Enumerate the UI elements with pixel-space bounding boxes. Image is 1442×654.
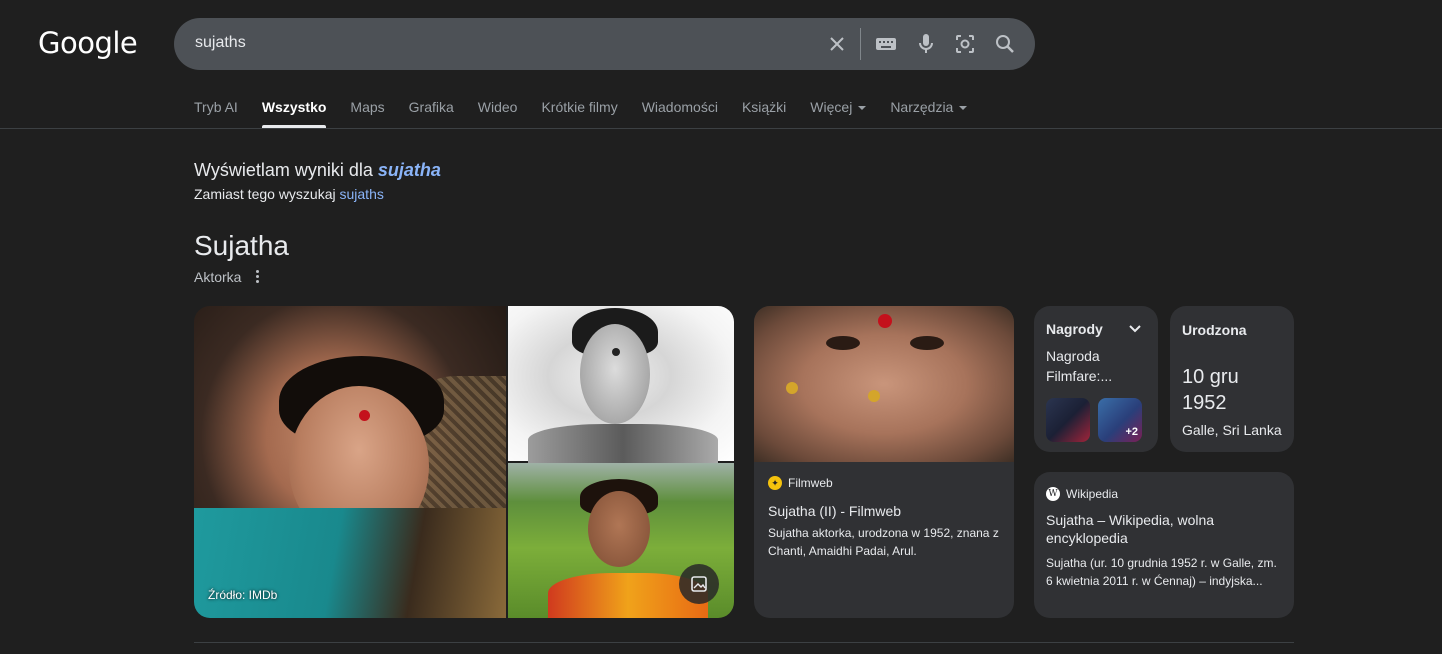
entity-main-image[interactable] [194, 306, 506, 618]
awards-card[interactable]: Nagrody Nagroda Filmfare:... +2 [1034, 306, 1158, 452]
search-icon[interactable] [993, 32, 1017, 56]
award-thumbnail[interactable] [1046, 398, 1090, 442]
filmweb-favicon-icon: ✦ [768, 476, 782, 490]
microphone-icon[interactable] [914, 32, 938, 56]
tab-images[interactable]: Grafika [409, 99, 454, 129]
chevron-down-icon[interactable] [1128, 322, 1142, 336]
caret-down-icon [858, 106, 867, 110]
tab-maps[interactable]: Maps [350, 99, 384, 129]
filmweb-description: Sujatha aktorka, urodzona w 1952, znana … [768, 526, 999, 558]
search-divider [860, 28, 861, 60]
entity-subtitle: Aktorka [194, 269, 242, 285]
tab-short-videos[interactable]: Krótkie filmy [541, 99, 617, 129]
caret-down-icon [959, 106, 968, 110]
search-input[interactable]: sujaths [195, 34, 246, 52]
wikipedia-card[interactable]: W Wikipedia Sujatha – Wikipedia, wolna e… [1034, 472, 1294, 618]
entity-title: Sujatha [194, 230, 289, 261]
more-options-icon[interactable] [252, 266, 262, 286]
corrected-query-link[interactable]: sujatha [378, 160, 441, 180]
original-query-link[interactable]: sujaths [340, 186, 384, 202]
awards-text: Nagroda Filmfare:... [1046, 348, 1113, 384]
keyboard-icon[interactable] [874, 32, 898, 56]
image-collage[interactable]: Źródło: IMDb [194, 306, 734, 618]
tab-all[interactable]: Wszystko [261, 99, 326, 129]
more-awards-count: +2 [1125, 426, 1138, 438]
wikipedia-description: Sujatha (ur. 10 grudnia 1952 r. w Galle,… [1046, 556, 1277, 588]
tab-books[interactable]: Książki [742, 99, 786, 129]
born-date: 10 gru 1952 [1182, 366, 1239, 414]
tab-news[interactable]: Wiadomości [642, 99, 718, 129]
clear-icon[interactable] [825, 32, 849, 56]
born-heading: Urodzona [1182, 322, 1247, 338]
tab-tools[interactable]: Narzędzia [890, 99, 968, 129]
header-divider [0, 128, 1442, 129]
google-logo[interactable]: Google [38, 26, 138, 60]
camera-lens-icon[interactable] [953, 32, 977, 56]
tab-more[interactable]: Więcej [810, 99, 867, 129]
image-source-label: Źródło: IMDb [208, 588, 278, 602]
wikipedia-favicon-icon: W [1046, 487, 1060, 501]
image-icon [691, 576, 707, 592]
born-place: Galle, Sri Lanka [1182, 422, 1282, 438]
search-box[interactable]: sujaths [174, 18, 1035, 70]
wikipedia-title[interactable]: Sujatha – Wikipedia, wolna encyklopedia [1046, 511, 1282, 547]
section-divider [194, 642, 1294, 643]
filmweb-title[interactable]: Sujatha (II) - Filmweb [768, 502, 1000, 520]
search-tabs: Tryb AI Wszystko Maps Grafika Wideo Krót… [194, 99, 991, 129]
search-instead-for: Zamiast tego wyszukaj sujaths [194, 186, 384, 202]
more-images-button[interactable] [679, 564, 719, 604]
filmweb-card[interactable]: ✦ Filmweb Sujatha (II) - Filmweb Sujatha… [754, 306, 1014, 618]
filmweb-source: ✦ Filmweb [768, 476, 833, 490]
born-card[interactable]: Urodzona 10 gru 1952 Galle, Sri Lanka [1170, 306, 1294, 452]
wikipedia-source: W Wikipedia [1046, 487, 1118, 501]
filmweb-image [754, 306, 1014, 462]
tab-videos[interactable]: Wideo [478, 99, 518, 129]
entity-image-bw[interactable] [508, 306, 734, 464]
tab-ai-mode[interactable]: Tryb AI [194, 99, 238, 129]
showing-results-for: Wyświetlam wyniki dla sujatha [194, 160, 441, 180]
awards-heading: Nagrody [1046, 321, 1103, 337]
award-thumbnail[interactable]: +2 [1098, 398, 1142, 442]
